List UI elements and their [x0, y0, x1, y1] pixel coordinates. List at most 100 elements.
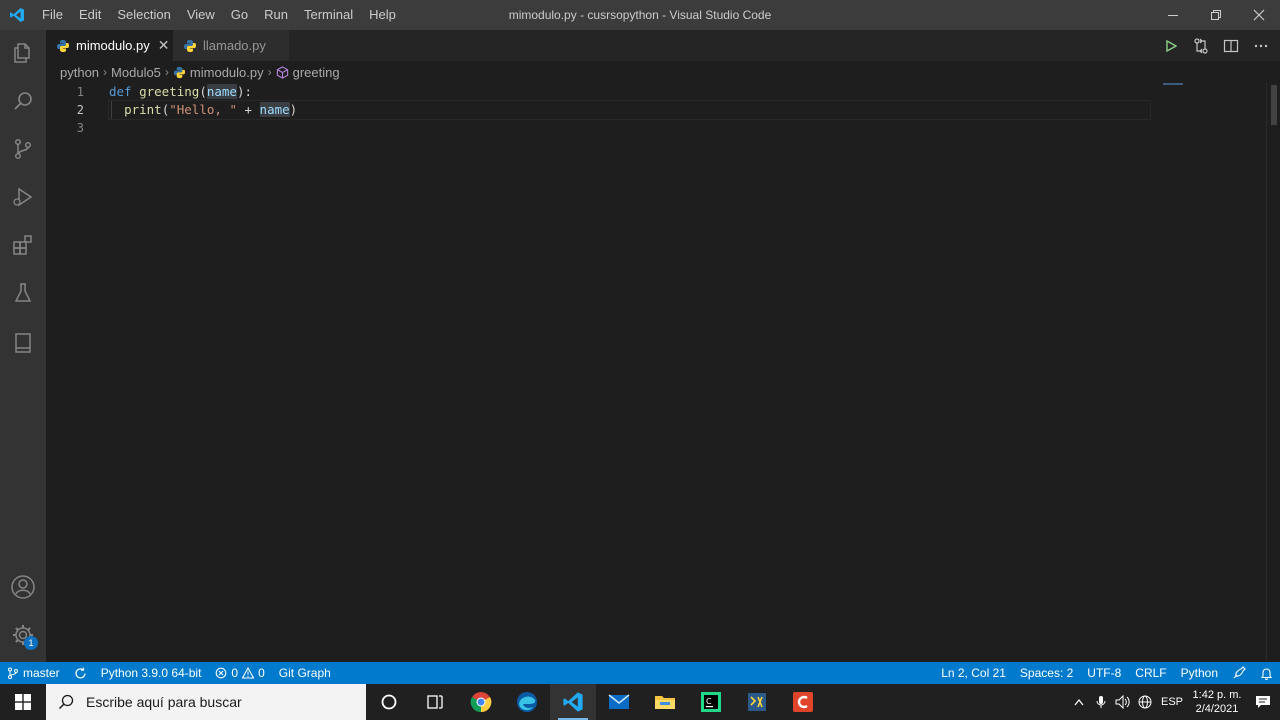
start-button[interactable]: [0, 684, 46, 720]
explorer-icon[interactable]: [0, 30, 46, 76]
network-globe-icon[interactable]: [1134, 684, 1156, 720]
menu-run[interactable]: Run: [256, 0, 296, 30]
sync-icon: [75, 667, 86, 678]
menu-bar: File Edit Selection View Go Run Terminal…: [34, 0, 404, 30]
menu-edit[interactable]: Edit: [71, 0, 109, 30]
camtasia-icon[interactable]: [780, 684, 826, 720]
extensions-icon[interactable]: [0, 222, 46, 268]
breadcrumb-symbol[interactable]: greeting: [293, 65, 340, 80]
input-language[interactable]: ESP: [1156, 684, 1188, 720]
tab-label: mimodulo.py: [76, 38, 150, 53]
editor-actions: [1162, 30, 1270, 61]
indentation[interactable]: Spaces: 2: [1013, 662, 1080, 684]
git-graph-button[interactable]: Git Graph: [272, 662, 338, 684]
sync-button[interactable]: [67, 667, 94, 680]
python-file-icon: [173, 66, 186, 79]
line-number: 3: [76, 121, 84, 135]
menu-selection[interactable]: Selection: [109, 0, 178, 30]
menu-go[interactable]: Go: [223, 0, 256, 30]
feedback-icon: [1233, 666, 1246, 679]
line-number-gutter: 1 2 3: [46, 83, 100, 137]
minimap[interactable]: [1163, 83, 1183, 85]
problems-status[interactable]: 0 0: [208, 662, 271, 684]
line-number: 2: [76, 103, 84, 117]
action-center-icon[interactable]: [1246, 684, 1280, 720]
breadcrumb-folder-modulo5[interactable]: Modulo5: [111, 65, 161, 80]
error-count: 0: [231, 666, 239, 680]
menu-terminal[interactable]: Terminal: [296, 0, 361, 30]
minimize-button[interactable]: [1151, 0, 1194, 30]
activity-bar: 1: [0, 30, 46, 662]
settings-gear-icon[interactable]: 1: [0, 612, 46, 658]
chrome-icon[interactable]: [458, 684, 504, 720]
chevron-right-icon: ›: [103, 65, 108, 79]
svg-text:C: C: [706, 697, 712, 706]
python-file-icon: [183, 39, 197, 53]
minimize-icon: [1167, 15, 1178, 16]
clock[interactable]: 1:42 p. m. 2/4/2021: [1188, 688, 1246, 716]
warning-count: 0: [258, 666, 265, 680]
restore-button[interactable]: [1194, 0, 1237, 30]
git-branch-status[interactable]: master: [0, 662, 67, 684]
chevron-right-icon: ›: [267, 65, 272, 79]
menu-view[interactable]: View: [179, 0, 223, 30]
code-area[interactable]: def greeting(name): print("Hello, " + na…: [108, 83, 1151, 137]
search-icon: [58, 694, 74, 710]
testing-icon[interactable]: [0, 270, 46, 316]
editor-tabs: mimodulo.py ✕ llamado.py: [46, 30, 1280, 61]
vertical-scrollbar[interactable]: [1266, 83, 1280, 662]
cortana-icon[interactable]: [366, 684, 412, 720]
breadcrumb-folder-python[interactable]: python: [60, 65, 99, 80]
ellipsis-icon: [1254, 44, 1268, 47]
keyword-def: def: [109, 84, 132, 99]
source-control-icon[interactable]: [0, 126, 46, 172]
title-bar: File Edit Selection View Go Run Terminal…: [0, 0, 1280, 30]
compare-changes-icon: [1194, 37, 1208, 54]
status-bar: master Python 3.9.0 64-bit 0 0 Git Graph…: [0, 662, 1280, 684]
search-icon[interactable]: [0, 78, 46, 124]
open-changes-button[interactable]: [1192, 37, 1210, 55]
close-window-button[interactable]: [1237, 0, 1280, 30]
run-debug-icon[interactable]: [0, 174, 46, 220]
book-icon[interactable]: [0, 320, 46, 366]
taskbar-search-box[interactable]: Escribe aquí para buscar: [46, 684, 366, 720]
edge-icon[interactable]: [504, 684, 550, 720]
notifications-button[interactable]: [1253, 667, 1280, 680]
language-mode[interactable]: Python: [1174, 662, 1225, 684]
microphone-icon[interactable]: [1090, 684, 1112, 720]
mail-icon[interactable]: [596, 684, 642, 720]
menu-help[interactable]: Help: [361, 0, 404, 30]
code-line[interactable]: def greeting(name):: [109, 83, 1150, 101]
vscode-icon[interactable]: [550, 684, 596, 720]
breadcrumb-file[interactable]: mimodulo.py: [190, 65, 264, 80]
chevron-up-icon[interactable]: [1068, 684, 1090, 720]
tab-llamado[interactable]: llamado.py: [173, 30, 290, 61]
encoding[interactable]: UTF-8: [1080, 662, 1128, 684]
tab-mimodulo[interactable]: mimodulo.py ✕: [46, 30, 173, 61]
pycharm-icon[interactable]: C: [688, 684, 734, 720]
scrollbar-thumb[interactable]: [1271, 85, 1277, 125]
play-icon: [1166, 39, 1177, 52]
code-line[interactable]: [109, 119, 1150, 137]
run-file-button[interactable]: [1162, 37, 1180, 55]
close-tab-icon[interactable]: ✕: [158, 37, 170, 54]
python-interpreter[interactable]: Python 3.9.0 64-bit: [94, 662, 209, 684]
menu-file[interactable]: File: [34, 0, 71, 30]
builtin-print: print: [124, 102, 162, 117]
account-icon[interactable]: [0, 564, 46, 610]
code-line-current[interactable]: print("Hello, " + name): [108, 100, 1151, 120]
app-icon[interactable]: [734, 684, 780, 720]
variable-name: name: [259, 102, 290, 117]
cursor-position[interactable]: Ln 2, Col 21: [934, 662, 1013, 684]
file-explorer-icon[interactable]: [642, 684, 688, 720]
split-editor-button[interactable]: [1222, 37, 1240, 55]
end-of-line[interactable]: CRLF: [1128, 662, 1173, 684]
symbol-method-icon: [276, 65, 289, 79]
volume-icon[interactable]: [1112, 684, 1134, 720]
task-view-icon[interactable]: [412, 684, 458, 720]
indent-guide: [111, 101, 112, 119]
more-actions-button[interactable]: [1252, 37, 1270, 55]
code-editor[interactable]: 1 2 3 def greeting(name): print("Hello, …: [46, 83, 1280, 662]
search-placeholder: Escribe aquí para buscar: [86, 694, 242, 710]
feedback-button[interactable]: [1225, 666, 1253, 680]
